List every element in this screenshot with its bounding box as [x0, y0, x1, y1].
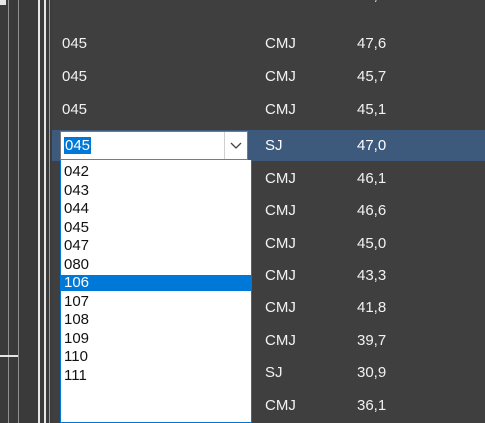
dropdown-option[interactable]: 043 [61, 182, 251, 199]
panel-border-line [8, 0, 9, 423]
table-row[interactable]: 045 CMJ 45,7 [52, 61, 485, 92]
panel-edge [0, 355, 18, 357]
cell-value: 39,7 [357, 332, 387, 349]
cell-type: CMJ [265, 170, 296, 187]
cell-type: SJ [265, 364, 283, 381]
dropdown-option[interactable]: 106 [61, 275, 251, 291]
cell-value: 30,9 [357, 364, 387, 381]
combo-dropdown-button[interactable] [224, 132, 247, 159]
combo-dropdown-list[interactable]: 042 043 044 045 047 080 106 107 108 109 110 111 [60, 160, 252, 423]
cell-type: CMJ [265, 101, 296, 118]
panel-border-line [18, 0, 19, 423]
id-combobox[interactable]: 045 [60, 131, 248, 160]
cell-id: 045 [62, 68, 88, 85]
grid-divider [38, 0, 40, 423]
dropdown-option[interactable]: 080 [61, 256, 251, 273]
dropdown-option[interactable]: 111 [61, 367, 251, 384]
dropdown-option[interactable]: 045 [61, 219, 251, 236]
grid-divider [49, 0, 50, 423]
combo-selected-text[interactable]: 045 [64, 137, 92, 154]
cell-type: CMJ [265, 68, 296, 85]
cell-id: 045 [62, 101, 88, 118]
cell-value: 45,0 [357, 235, 387, 252]
dropdown-option[interactable]: 047 [61, 238, 251, 254]
cell-value: 46,1 [357, 170, 387, 187]
cell-type: CMJ [265, 332, 296, 349]
cell-value: 34,1 [357, 0, 386, 4]
cell-type: CMJ [265, 0, 296, 4]
dropdown-option[interactable]: 042 [61, 164, 251, 180]
table-row[interactable]: 045 CMJ 34,1 [52, 0, 485, 11]
cell-type: SJ [265, 137, 283, 154]
cell-type: CMJ [265, 35, 296, 52]
dropdown-option[interactable]: 110 [61, 349, 251, 365]
cell-value: 45,7 [357, 68, 387, 85]
dropdown-option[interactable]: 107 [61, 293, 251, 310]
table-row[interactable]: 045 CMJ 47,6 [52, 28, 485, 59]
cell-value: 47,6 [357, 35, 387, 52]
cell-id: 045 [62, 35, 88, 52]
cell-type: CMJ [265, 299, 296, 316]
dropdown-option[interactable]: 044 [61, 201, 251, 217]
table-row[interactable]: 045 CMJ 45,1 [52, 94, 485, 125]
dropdown-option[interactable]: 109 [61, 330, 251, 347]
cell-id: 045 [62, 0, 87, 4]
grid-divider [44, 0, 46, 423]
cell-type: CMJ [265, 397, 296, 414]
cell-value: 46,6 [357, 202, 387, 219]
panel-edge [0, 0, 6, 5]
cell-value: 45,1 [357, 101, 387, 118]
cell-value: 41,8 [357, 299, 387, 316]
cell-type: CMJ [265, 235, 296, 252]
cell-value: 43,3 [357, 267, 387, 284]
cell-type: CMJ [265, 267, 296, 284]
cell-value: 36,1 [357, 397, 387, 414]
chevron-down-icon [230, 142, 242, 149]
cell-value: 47,0 [357, 137, 387, 154]
dropdown-option[interactable]: 108 [61, 312, 251, 328]
cell-type: CMJ [265, 202, 296, 219]
left-panel [0, 0, 50, 423]
